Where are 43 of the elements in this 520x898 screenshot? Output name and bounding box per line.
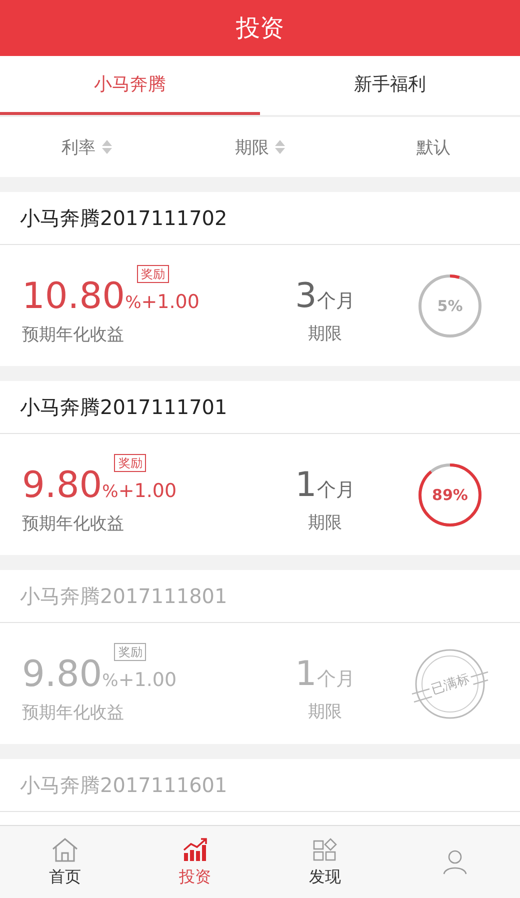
rate-label: 预期年化收益: [22, 513, 125, 535]
term-unit: 个月: [316, 478, 355, 502]
chart-icon: [181, 836, 209, 862]
rate-unit: %: [102, 671, 118, 691]
sort-option[interactable]: 默认: [346, 117, 520, 177]
rate-unit: %: [125, 293, 142, 313]
interest-rate: 9.80: [22, 657, 102, 693]
product-name[interactable]: 小马奔腾2017111801: [0, 570, 520, 623]
bonus-rate: +1.00: [141, 291, 200, 313]
sort-option[interactable]: 期限: [173, 117, 347, 177]
interest-rate: 9.80: [22, 468, 102, 504]
reward-tag: 奖励: [137, 265, 170, 283]
reward-tag: 奖励: [114, 454, 146, 472]
reward-tag: 奖励: [114, 643, 146, 661]
sort-option[interactable]: 利率: [0, 117, 174, 177]
bonus-rate: +1.00: [118, 669, 177, 691]
interest-rate: 10.80: [22, 279, 126, 315]
product-name[interactable]: 小马奔腾2017111702: [0, 192, 520, 245]
progress-percent: 89%: [432, 486, 468, 504]
rate-label: 预期年化收益: [22, 702, 125, 724]
term-label: 期限: [307, 700, 343, 722]
rate-unit: %: [102, 482, 118, 502]
page-title: 投资: [236, 13, 284, 44]
tab[interactable]: 新手福利: [260, 56, 520, 115]
term-value: 1: [295, 468, 317, 502]
bonus-rate: +1.00: [118, 480, 177, 502]
nav-tab[interactable]: 发现: [260, 826, 390, 898]
term-label: 期限: [307, 322, 343, 344]
progress-percent: 5%: [437, 296, 463, 314]
nav-tab[interactable]: 首页: [0, 826, 130, 898]
person-icon: [441, 849, 469, 875]
term-label: 期限: [307, 512, 343, 534]
rate-label: 预期年化收益: [22, 324, 125, 346]
term-unit: 个月: [316, 288, 355, 314]
sort-icon: [102, 140, 112, 154]
home-icon: [51, 836, 79, 862]
term-unit: 个月: [316, 666, 355, 692]
product-name[interactable]: 小马奔腾2017111701: [0, 381, 520, 434]
grid-icon: [311, 836, 339, 862]
term-value: 3: [295, 278, 317, 312]
sort-icon: [274, 140, 285, 154]
nav-tab[interactable]: 投资: [130, 826, 260, 898]
term-value: 1: [295, 656, 317, 690]
